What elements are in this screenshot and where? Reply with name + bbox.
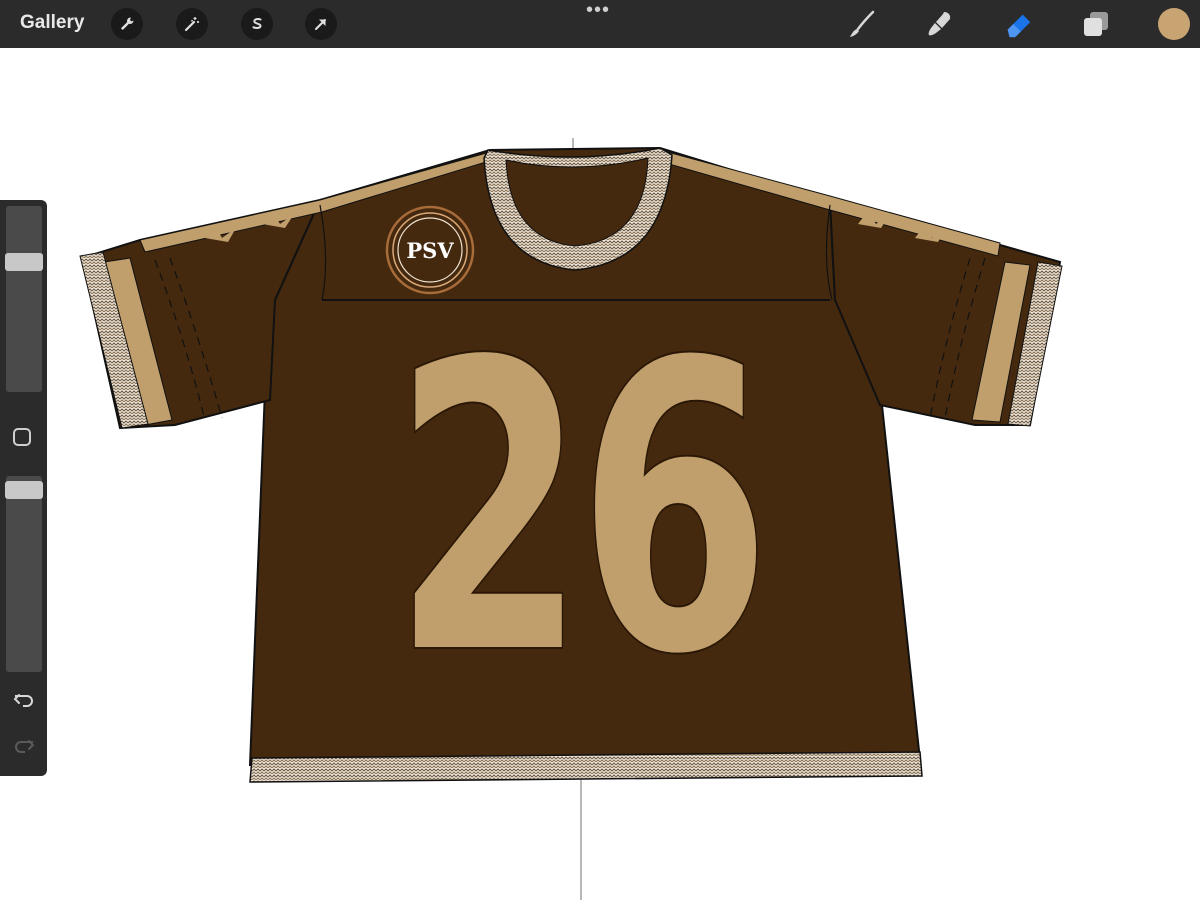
jersey-hem bbox=[249, 751, 923, 783]
selection-button[interactable] bbox=[241, 8, 273, 40]
adjustments-button[interactable] bbox=[176, 8, 208, 40]
left-sidebar bbox=[0, 200, 47, 776]
transform-button[interactable] bbox=[305, 8, 337, 40]
layers-button[interactable] bbox=[1080, 8, 1112, 40]
wrench-icon bbox=[121, 17, 134, 30]
brush-size-slider[interactable] bbox=[6, 206, 42, 392]
eraser-icon bbox=[1007, 14, 1031, 38]
smudge-tool[interactable] bbox=[924, 8, 956, 40]
layers-icon bbox=[1084, 12, 1108, 36]
undo-button[interactable] bbox=[10, 688, 38, 712]
brush-size-handle[interactable] bbox=[5, 253, 43, 271]
redo-button[interactable] bbox=[10, 734, 38, 758]
color-picker[interactable] bbox=[1158, 8, 1190, 40]
brush-tool[interactable] bbox=[846, 8, 878, 40]
redo-icon bbox=[15, 740, 35, 753]
gallery-button[interactable]: Gallery bbox=[20, 12, 84, 34]
undo-icon bbox=[13, 694, 33, 707]
brush-icon bbox=[850, 10, 875, 37]
jersey-number: 26 bbox=[392, 278, 762, 743]
opacity-handle[interactable] bbox=[5, 481, 43, 499]
actions-button[interactable] bbox=[111, 8, 143, 40]
artwork: PSV 26 bbox=[79, 138, 1063, 900]
selection-icon bbox=[252, 18, 262, 29]
opacity-slider[interactable] bbox=[6, 476, 42, 672]
transform-arrow-icon bbox=[315, 19, 326, 30]
smudge-icon bbox=[928, 12, 951, 36]
logo-text: PSV bbox=[406, 238, 454, 263]
magic-wand-icon bbox=[184, 17, 199, 32]
drawing-canvas[interactable]: PSV 26 bbox=[0, 48, 1200, 900]
more-options-icon[interactable]: ••• bbox=[586, 0, 610, 20]
eraser-tool[interactable] bbox=[1002, 8, 1034, 40]
modify-button[interactable] bbox=[13, 428, 31, 446]
top-toolbar: Gallery ••• bbox=[0, 0, 1200, 48]
